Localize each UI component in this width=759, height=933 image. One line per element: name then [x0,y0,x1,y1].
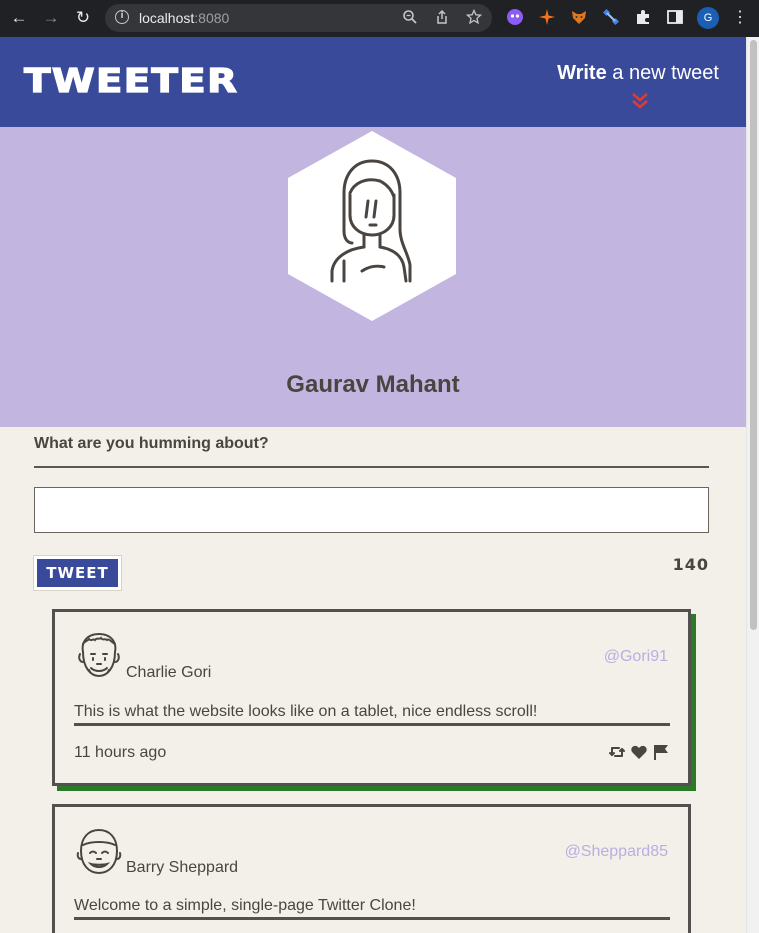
double-chevron-down-icon[interactable] [631,92,649,110]
compose-section: What are you humming about? TWEET 140 [33,435,709,591]
tweet-text: This is what the website looks like on a… [74,703,670,726]
address-bar[interactable]: i localhost:8080 [105,4,492,32]
tweet-submit-button[interactable]: TWEET [33,555,122,591]
compose-divider [34,466,709,468]
tweet-textarea[interactable] [34,487,709,533]
puzzle-icon[interactable] [633,8,653,28]
reload-icon[interactable]: ↻ [73,8,93,28]
write-link-rest: a new tweet [606,62,719,84]
tweet-card: Barry Sheppard @Sheppard85 Welcome to a … [52,804,691,933]
forward-arrow-icon[interactable]: → [41,8,61,28]
spark-extension-icon[interactable] [537,8,557,28]
tweet-timestamp: 11 hours ago [74,744,167,761]
url-host: localhost [139,10,195,26]
retweet-icon[interactable] [608,743,626,761]
kebab-menu-icon[interactable]: ⋮ [732,8,748,28]
site-header: TWEETER Write a new tweet [0,37,746,127]
browser-toolbar: ← → ↻ i localhost:8080 G ⋮ [0,0,759,37]
compose-label: What are you humming about? [34,435,269,452]
url-port: :8080 [194,10,230,26]
write-link-bold: Write [557,62,607,84]
scrollbar-thumb[interactable] [750,40,757,630]
profile-avatar-hexagon [288,131,456,321]
heart-icon[interactable] [630,743,648,761]
tweet-author-name: Barry Sheppard [126,859,239,876]
star-icon[interactable] [465,8,483,27]
info-icon[interactable]: i [115,10,129,24]
satellite-extension-icon[interactable] [601,8,621,28]
brand-logo[interactable]: TWEETER [23,60,238,100]
user-avatar-icon [76,828,122,875]
profile-avatar[interactable]: G [697,7,719,29]
write-new-tweet-link[interactable]: Write a new tweet [557,62,719,85]
flag-icon[interactable] [652,743,670,761]
tweet-actions [608,743,670,761]
profile-banner: Gaurav Mahant [0,127,746,427]
user-avatar-icon [78,632,120,678]
tweet-text: Welcome to a simple, single-page Twitter… [74,897,670,920]
tweet-author-handle[interactable]: @Gori91 [604,648,668,666]
zoom-icon[interactable] [401,9,419,27]
sidepanel-icon[interactable] [665,8,685,28]
tweet-card: Charlie Gori @Gori91 This is what the we… [52,609,691,786]
share-icon[interactable] [433,9,451,27]
tweet-author-handle[interactable]: @Sheppard85 [565,843,668,861]
ghost-extension-icon[interactable] [505,8,525,28]
page-viewport: TWEETER Write a new tweet Gaurav Mahant … [0,37,746,933]
tweet-author-name: Charlie Gori [126,664,212,681]
character-counter: 140 [672,555,709,574]
url-text: localhost:8080 [139,10,229,26]
fox-extension-icon[interactable] [569,8,589,28]
page-scrollbar[interactable] [746,37,759,933]
profile-name: Gaurav Mahant [286,371,460,398]
back-arrow-icon[interactable]: ← [9,8,29,28]
